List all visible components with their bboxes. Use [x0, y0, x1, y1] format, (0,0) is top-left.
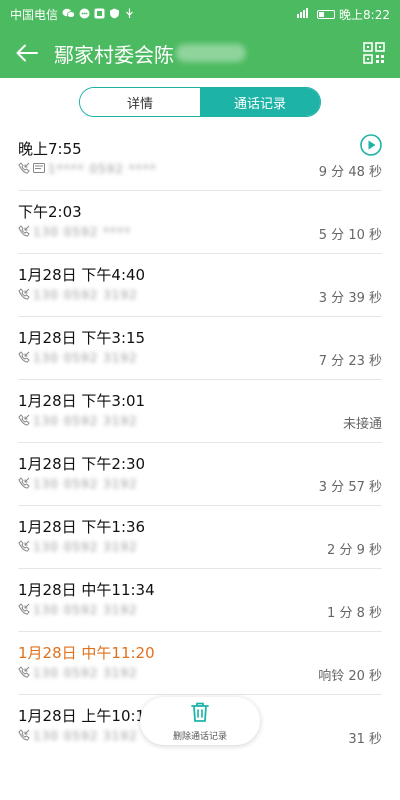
app-icon [94, 8, 105, 21]
battery-icon [317, 9, 336, 19]
call-log-row[interactable]: 1月28日 中午11:34 130 0592 3192 1 分 8 秒 [18, 569, 382, 632]
qr-code-icon[interactable] [348, 28, 400, 78]
phone-number: 130 0592 3192 [33, 666, 138, 680]
phone-number: 130 0592 3192 [33, 288, 138, 302]
call-duration: 9 分 48 秒 [318, 165, 382, 180]
tab-details[interactable]: 详情 [80, 88, 200, 116]
chat-bubble-icon [79, 8, 90, 21]
phone-number: 130 0592 3192 [33, 477, 138, 491]
call-duration: 5 分 10 秒 [318, 228, 382, 243]
outgoing-call-icon [18, 665, 30, 681]
tab-call-log[interactable]: 通话记录 [200, 88, 320, 116]
wechat-icon [62, 8, 76, 21]
tab-bar: 详情 通话记录 [0, 78, 400, 128]
status-time: 晚上8:22 [339, 7, 390, 22]
redacted-title-suffix [176, 44, 246, 62]
call-log-row[interactable]: 1月28日 下午2:30 130 0592 3192 3 分 57 秒 [18, 443, 382, 506]
call-details: 130 0592 3192 [18, 539, 138, 555]
call-log-row[interactable]: 1月28日 下午3:01 130 0592 3192 未接通 [18, 380, 382, 443]
arrow-left-icon[interactable] [0, 28, 54, 78]
carrier-name: 中国电信 [10, 7, 59, 22]
call-time: 1月28日 中午11:34 [18, 581, 155, 599]
delete-call-log-button[interactable]: 删除通话记录 [140, 697, 260, 745]
app-bar: 鄢家村委会陈 [0, 28, 400, 78]
play-recording-icon[interactable] [360, 134, 382, 160]
call-time: 1月28日 下午4:40 [18, 266, 146, 284]
call-log-row[interactable]: 1月28日 下午3:15 130 0592 3192 7 分 23 秒 [18, 317, 382, 380]
call-time: 1月28日 下午3:01 [18, 392, 146, 410]
outgoing-call-icon [18, 728, 30, 744]
call-details: 130 0592 3192 [18, 413, 138, 429]
status-bar: 中国电信 晚上8:22 [0, 0, 400, 28]
status-bar-left: 中国电信 [0, 6, 135, 23]
signal-icon [295, 7, 313, 21]
phone-number: 130 0592 3192 [33, 729, 138, 743]
phone-number: 130 0592 3192 [33, 414, 138, 428]
call-time: 1月28日 下午2:30 [18, 455, 146, 473]
call-log-row[interactable]: 1月28日 中午11:20 130 0592 3192 响铃 20 秒 [18, 632, 382, 695]
bottom-area [0, 755, 400, 800]
call-details: 130 0592 3192 [18, 476, 138, 492]
outgoing-call-icon [18, 287, 30, 303]
outgoing-call-icon [18, 350, 30, 366]
phone-number: 130 0592 3192 [33, 540, 138, 554]
call-duration: 1 分 8 秒 [327, 606, 382, 621]
outgoing-call-icon [18, 476, 30, 492]
call-details: 130 0592 3192 [18, 350, 138, 366]
shield-icon [109, 8, 120, 21]
trash-icon [190, 701, 210, 727]
delete-call-log-label: 删除通话记录 [172, 731, 227, 742]
outgoing-call-icon [18, 602, 30, 618]
call-details: 130 0592 3192 [18, 728, 138, 744]
phone-number: 1**** 0592 **** [48, 162, 157, 176]
outgoing-call-icon [18, 539, 30, 555]
outgoing-call-icon [18, 413, 30, 429]
call-duration: 3 分 39 秒 [318, 291, 382, 306]
call-log-row[interactable]: 晚上7:55 1**** 0592 **** 9 分 48 秒 [18, 128, 382, 191]
segmented-control: 详情 通话记录 [79, 87, 321, 117]
call-duration: 3 分 57 秒 [318, 480, 382, 495]
call-log-row[interactable]: 1月28日 下午1:36 130 0592 3192 2 分 9 秒 [18, 506, 382, 569]
outgoing-call-icon [18, 224, 30, 240]
call-details: 130 0592 3192 [18, 287, 138, 303]
call-time: 1月28日 下午3:15 [18, 329, 146, 347]
contact-title: 鄢家村委会陈 [54, 42, 174, 67]
call-time: 晚上7:55 [18, 140, 82, 158]
call-details: 130 0592 3192 [18, 602, 138, 618]
call-details: 130 0592 **** [18, 224, 131, 240]
call-duration: 7 分 23 秒 [318, 354, 382, 369]
status-bar-right: 晚上8:22 [295, 6, 400, 23]
call-time: 1月28日 中午11:20 [18, 644, 155, 662]
call-log-row[interactable]: 下午2:03 130 0592 **** 5 分 10 秒 [18, 191, 382, 254]
call-log-list: 晚上7:55 1**** 0592 **** 9 分 48 秒下午2:03 130 0… [0, 128, 400, 758]
call-time: 1月28日 上午10:1 [18, 707, 146, 725]
call-time: 1月28日 下午1:36 [18, 518, 146, 536]
phone-number: 130 0592 3192 [33, 351, 138, 365]
call-details: 130 0592 3192 [18, 665, 138, 681]
outgoing-call-icon [18, 161, 30, 177]
usb-icon [124, 8, 135, 21]
call-duration: 2 分 9 秒 [327, 543, 382, 558]
phone-number: 130 0592 **** [33, 225, 132, 239]
sms-icon [33, 162, 45, 176]
call-duration: 31 秒 [348, 732, 382, 747]
call-duration: 未接通 [342, 417, 382, 432]
call-time: 下午2:03 [18, 203, 82, 221]
call-log-row[interactable]: 1月28日 下午4:40 130 0592 3192 3 分 39 秒 [18, 254, 382, 317]
call-details: 1**** 0592 **** [18, 161, 157, 177]
phone-number: 130 0592 3192 [33, 603, 138, 617]
call-duration: 响铃 20 秒 [318, 669, 382, 684]
